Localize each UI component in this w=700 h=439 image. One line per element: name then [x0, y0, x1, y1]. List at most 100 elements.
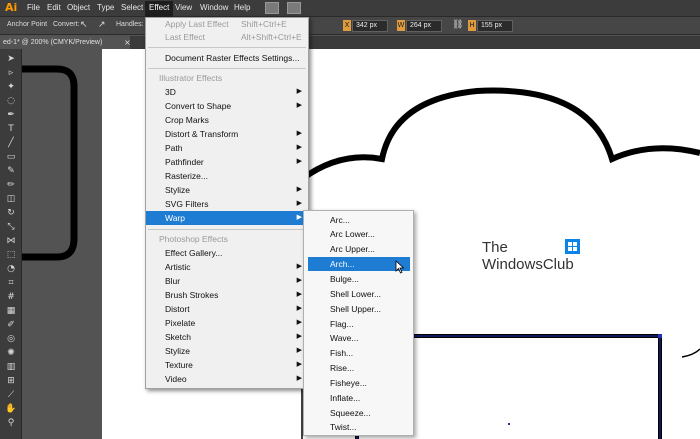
warp-item-wave[interactable]: Wave...: [308, 331, 410, 345]
anchor-point-label: Anchor Point: [7, 21, 48, 28]
h-field-label: H: [468, 20, 476, 31]
width-tool-icon[interactable]: ⋈: [5, 235, 17, 247]
menu-item-svg-filters[interactable]: SVG Filters ▶: [146, 197, 308, 211]
menu-item-distort[interactable]: Distort ▶: [146, 302, 308, 316]
menu-item-video[interactable]: Video ▶: [146, 372, 308, 386]
menu-item-pixelate[interactable]: Pixelate ▶: [146, 316, 308, 330]
eraser-tool-icon[interactable]: ◫: [5, 193, 17, 205]
tools-panel: ➤ ▹ ✦ ◌ ✒ T ╱ ▭ ✎ ✏ ◫ ↻ ⤡ ⋈ ⬚ ◔ ⌗ # ▦ ✐ …: [0, 49, 22, 439]
menu-item-convert-to-shape[interactable]: Convert to Shape ▶: [146, 99, 308, 113]
menu-item-label: Pathfinder: [165, 157, 204, 167]
pencil-tool-icon[interactable]: ✏: [5, 179, 17, 191]
rotate-tool-icon[interactable]: ↻: [5, 207, 17, 219]
menu-item-rasterize[interactable]: Rasterize...: [146, 169, 308, 183]
warp-item-bulge[interactable]: Bulge...: [308, 272, 410, 286]
type-tool-icon[interactable]: T: [5, 123, 17, 135]
workspace-switcher-icon[interactable]: [287, 2, 301, 14]
menu-separator: [148, 47, 306, 48]
warp-item-flag[interactable]: Flag...: [308, 317, 410, 331]
menu-item-3d[interactable]: 3D ▶: [146, 85, 308, 99]
warp-item-twist[interactable]: Twist...: [308, 420, 410, 434]
pen-tool-icon[interactable]: ✒: [5, 109, 17, 121]
menu-item-distort-transform[interactable]: Distort & Transform ▶: [146, 127, 308, 141]
warp-item-shell-upper[interactable]: Shell Upper...: [308, 302, 410, 316]
menu-item-brush-strokes[interactable]: Brush Strokes ▶: [146, 288, 308, 302]
menu-item-apply-last-effect: Apply Last Effect Shift+Ctrl+E: [146, 17, 308, 31]
menu-item-path[interactable]: Path ▶: [146, 141, 308, 155]
menu-item-effect-gallery[interactable]: Effect Gallery...: [146, 246, 308, 260]
menu-edit[interactable]: Edit: [47, 3, 61, 12]
close-tab-icon[interactable]: ×: [124, 36, 131, 49]
menu-item-stylize-ps[interactable]: Stylize ▶: [146, 344, 308, 358]
scale-tool-icon[interactable]: ⤡: [5, 221, 17, 233]
menu-item-crop-marks[interactable]: Crop Marks: [146, 113, 308, 127]
gradient-tool-icon[interactable]: ▦: [5, 305, 17, 317]
menu-effect[interactable]: Effect: [145, 1, 174, 17]
warp-item-arc-upper[interactable]: Arc Upper...: [308, 242, 410, 256]
submenu-arrow-icon: ▶: [296, 347, 302, 354]
submenu-arrow-icon: ▶: [296, 319, 302, 326]
submenu-arrow-icon: ▶: [296, 291, 302, 298]
direct-selection-tool-icon[interactable]: ▹: [5, 67, 17, 79]
document-tab[interactable]: ed-1* @ 200% (CMYK/Preview): [0, 36, 130, 49]
warp-item-arc-lower[interactable]: Arc Lower...: [308, 227, 410, 241]
artboard-tool-icon[interactable]: ⊞: [5, 375, 17, 387]
menu-type[interactable]: Type: [97, 3, 114, 12]
convert-corner-icon[interactable]: ↖: [80, 21, 89, 30]
warp-item-fish[interactable]: Fish...: [308, 346, 410, 360]
menu-item-blur[interactable]: Blur ▶: [146, 274, 308, 288]
magic-wand-tool-icon[interactable]: ✦: [5, 81, 17, 93]
menu-item-sketch[interactable]: Sketch ▶: [146, 330, 308, 344]
shape-builder-tool-icon[interactable]: ◔: [5, 263, 17, 275]
h-field[interactable]: 155 px: [477, 20, 513, 32]
menu-item-pathfinder[interactable]: Pathfinder ▶: [146, 155, 308, 169]
slice-tool-icon[interactable]: ⟋: [5, 389, 17, 401]
menu-bar: Ai File Edit Object Type Select Effect V…: [0, 0, 700, 17]
blend-tool-icon[interactable]: ◎: [5, 333, 17, 345]
submenu-arrow-icon: ▶: [296, 305, 302, 312]
submenu-arrow-icon: ▶: [296, 333, 302, 340]
zoom-tool-icon[interactable]: ⚲: [5, 417, 17, 429]
x-field[interactable]: 342 px: [352, 20, 388, 32]
convert-smooth-icon[interactable]: ↗: [98, 21, 107, 30]
menu-item-warp[interactable]: Warp ▶: [146, 211, 308, 225]
warp-item-inflate[interactable]: Inflate...: [308, 391, 410, 405]
menu-item-label: Rasterize...: [165, 171, 208, 181]
symbol-sprayer-tool-icon[interactable]: ✺: [5, 347, 17, 359]
menu-item-document-raster-effects-settings[interactable]: Document Raster Effects Settings...: [146, 51, 308, 65]
column-graph-tool-icon[interactable]: ▥: [5, 361, 17, 373]
menu-item-stylize[interactable]: Stylize ▶: [146, 183, 308, 197]
free-transform-tool-icon[interactable]: ⬚: [5, 249, 17, 261]
menu-file[interactable]: File: [27, 3, 40, 12]
last-effect-shortcut: Alt+Shift+Ctrl+E: [241, 32, 302, 42]
warp-item-shell-lower[interactable]: Shell Lower...: [308, 287, 410, 301]
windowsclub-watermark: The WindowsClub: [482, 239, 574, 273]
paintbrush-tool-icon[interactable]: ✎: [5, 165, 17, 177]
mesh-tool-icon[interactable]: #: [5, 291, 17, 303]
warp-item-rise[interactable]: Rise...: [308, 361, 410, 375]
menu-window[interactable]: Window: [200, 3, 228, 12]
menu-item-label: Distort & Transform: [165, 129, 239, 139]
watermark-line-1: The: [482, 239, 508, 256]
bridge-icon[interactable]: [265, 2, 279, 14]
rectangle-tool-icon[interactable]: ▭: [5, 151, 17, 163]
menu-item-artistic[interactable]: Artistic ▶: [146, 260, 308, 274]
eyedropper-tool-icon[interactable]: ✐: [5, 319, 17, 331]
warp-item-fisheye[interactable]: Fisheye...: [308, 376, 410, 390]
lasso-tool-icon[interactable]: ◌: [5, 95, 17, 107]
perspective-grid-tool-icon[interactable]: ⌗: [5, 277, 17, 289]
warp-item-squeeze[interactable]: Squeeze...: [308, 406, 410, 420]
hand-tool-icon[interactable]: ✋: [5, 403, 17, 415]
selection-tool-icon[interactable]: ➤: [5, 53, 17, 65]
constrain-link-icon[interactable]: ⛓: [452, 21, 463, 30]
menu-item-texture[interactable]: Texture ▶: [146, 358, 308, 372]
menu-view[interactable]: View: [175, 3, 192, 12]
line-tool-icon[interactable]: ╱: [5, 137, 17, 149]
w-field[interactable]: 264 px: [406, 20, 442, 32]
control-bar: Anchor Point Convert: ↖ ↗ Handles: X 342…: [0, 17, 700, 35]
menu-help[interactable]: Help: [234, 3, 250, 12]
menu-object[interactable]: Object: [67, 3, 90, 12]
menu-item-label: SVG Filters: [165, 199, 209, 209]
warp-item-arc[interactable]: Arc...: [308, 213, 410, 227]
menu-select[interactable]: Select: [121, 3, 143, 12]
